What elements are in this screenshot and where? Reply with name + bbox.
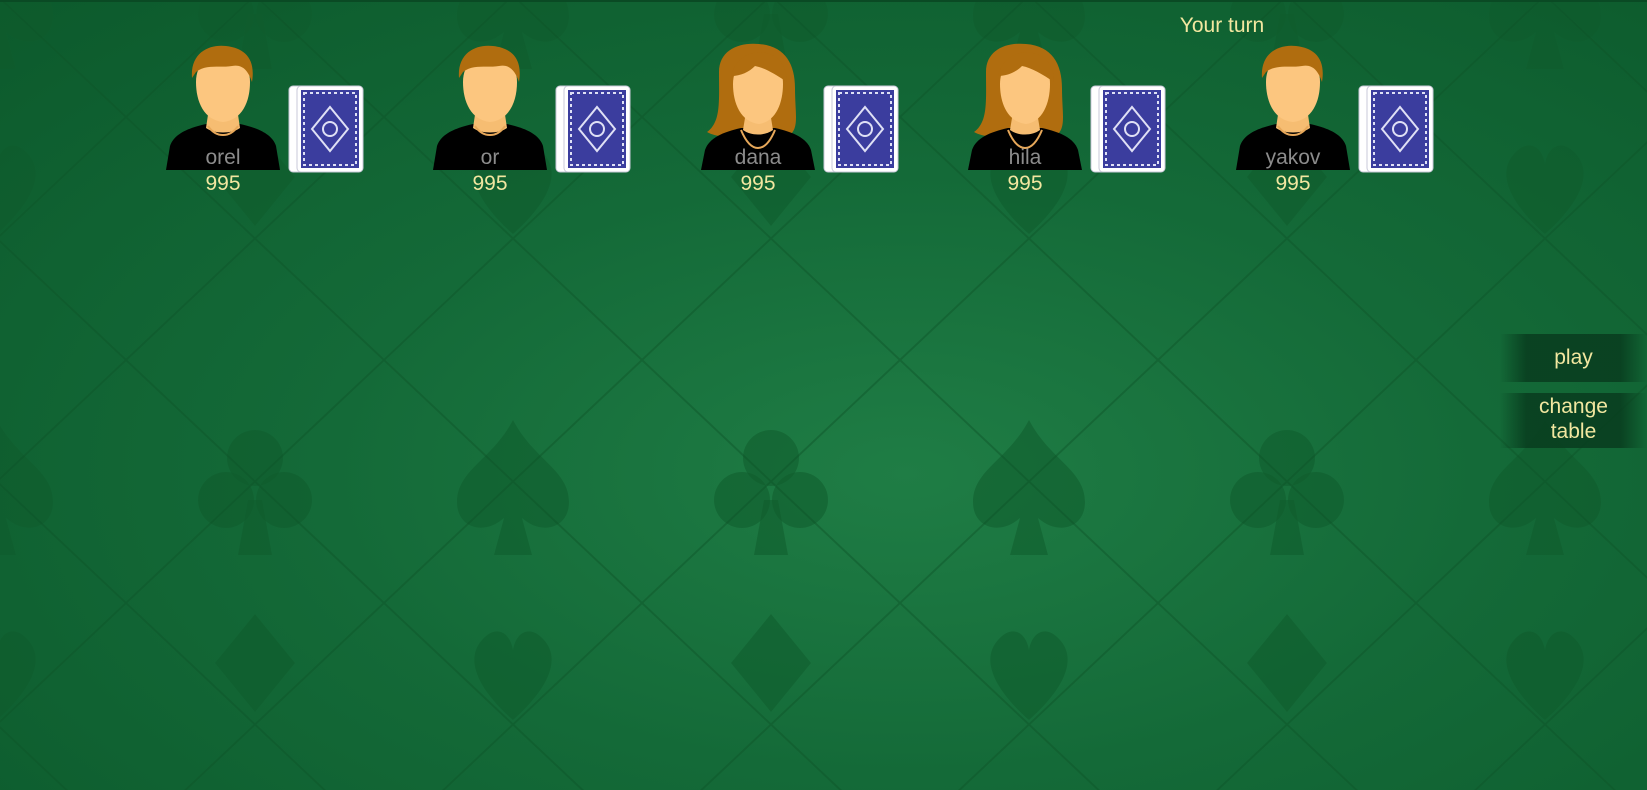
player-seat: yakov 995 xyxy=(1230,42,1466,202)
player-seat: or 995 xyxy=(427,42,663,202)
card-back-stack xyxy=(288,85,364,173)
change-table-label: change table xyxy=(1539,395,1608,443)
turn-indicator: Your turn xyxy=(1179,14,1265,37)
table-top-edge xyxy=(0,0,1647,2)
player-seat: dana 995 xyxy=(695,42,931,202)
card-back-stack xyxy=(823,85,899,173)
card-back-stack xyxy=(1090,85,1166,173)
player-name: dana xyxy=(734,146,782,169)
player-chips: 995 xyxy=(1275,172,1311,195)
player-chips: 995 xyxy=(1007,172,1043,195)
player-seat: orel 995 xyxy=(160,42,396,202)
player-chips: 995 xyxy=(740,172,776,195)
card-back-stack xyxy=(1358,85,1434,173)
player-name: orel xyxy=(205,146,241,169)
change-table-button[interactable]: change table xyxy=(1500,393,1647,448)
card-back-stack xyxy=(555,85,631,173)
player-name: or xyxy=(480,146,500,169)
player-seat: hila 995 xyxy=(962,42,1198,202)
play-button[interactable]: play xyxy=(1500,334,1647,382)
player-name: yakov xyxy=(1265,146,1321,169)
player-name: hila xyxy=(1008,146,1042,169)
player-chips: 995 xyxy=(472,172,508,195)
player-chips: 995 xyxy=(205,172,241,195)
